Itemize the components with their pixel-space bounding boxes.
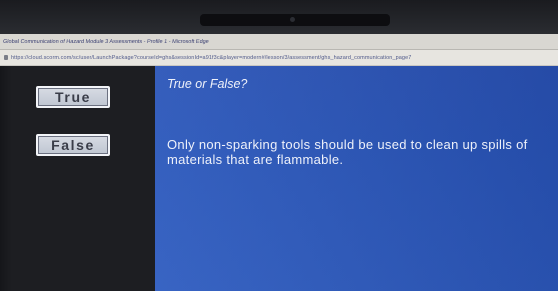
panel-shadow — [0, 66, 12, 291]
lock-icon — [4, 55, 8, 60]
true-button[interactable]: True — [36, 86, 110, 108]
monitor-bezel — [0, 0, 558, 34]
question-statement: Only non-sparking tools should be used t… — [167, 137, 528, 167]
false-button[interactable]: False — [36, 134, 110, 156]
address-bar[interactable]: https://cloud.scorm.com/sc/user/LaunchPa… — [0, 50, 558, 66]
question-heading: True or False? — [167, 77, 248, 91]
webcam-bar — [200, 14, 390, 26]
webcam-icon — [290, 17, 295, 22]
browser-title: Global Communication of Hazard Module 3 … — [2, 38, 210, 45]
question-panel: True or False? Only non-sparking tools s… — [155, 66, 558, 291]
url-text[interactable]: https://cloud.scorm.com/sc/user/LaunchPa… — [11, 55, 411, 61]
browser-title-bar: Global Communication of Hazard Module 3 … — [0, 34, 558, 50]
